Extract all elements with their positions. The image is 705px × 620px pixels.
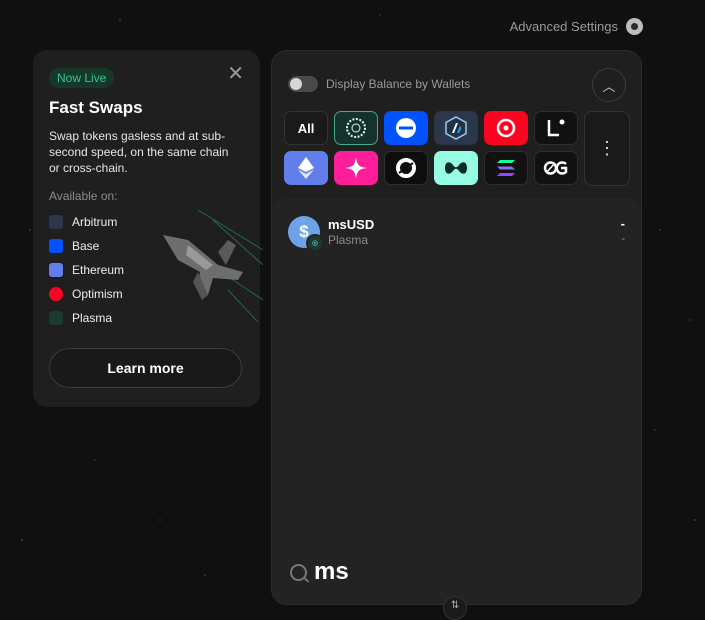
- close-icon[interactable]: ✕: [227, 64, 244, 84]
- chain-filter-blast[interactable]: [334, 151, 378, 185]
- chain-filter-ethereum[interactable]: [284, 151, 328, 185]
- list-item: Optimism: [49, 282, 124, 306]
- chevron-up-icon: ︿: [602, 78, 616, 94]
- learn-more-button[interactable]: Learn more: [49, 348, 242, 388]
- advanced-settings-label: Advanced Settings: [509, 19, 618, 34]
- ethereum-icon: [298, 157, 314, 179]
- plasma-badge-icon: ◎: [306, 234, 324, 252]
- sparkle-icon: [345, 157, 367, 179]
- chain-filter-arbitrum[interactable]: [434, 111, 478, 145]
- promo-title: Fast Swaps: [49, 98, 143, 117]
- chain-filter-solana[interactable]: [484, 151, 528, 185]
- chain-filter-linea[interactable]: [534, 111, 578, 145]
- optimism-icon: [49, 287, 63, 301]
- search-input[interactable]: [314, 558, 564, 586]
- now-live-badge: Now Live: [49, 68, 115, 88]
- list-item: Arbitrum: [49, 210, 124, 234]
- token-row[interactable]: $ ◎ msUSD Plasma - -: [288, 216, 625, 252]
- arbitrum-icon: [445, 116, 467, 140]
- ethereum-icon: [49, 263, 63, 277]
- base-icon: [49, 239, 63, 253]
- chain-filter-grid: All: [284, 111, 580, 185]
- jet-illustration: [163, 210, 263, 323]
- token-list: $ ◎ msUSD Plasma - -: [272, 198, 641, 604]
- chain-filter-hyperliquid[interactable]: [434, 151, 478, 185]
- advanced-settings-link[interactable]: Advanced Settings: [510, 18, 643, 35]
- token-chain: Plasma: [328, 233, 369, 247]
- available-chains-list: Arbitrum Base Ethereum Optimism Plasma: [49, 210, 124, 330]
- display-balance-toggle[interactable]: [288, 76, 318, 92]
- og-icon: [543, 161, 568, 175]
- chain-filter-base[interactable]: [384, 111, 428, 145]
- search-bar: [290, 558, 564, 586]
- token-balance: -: [620, 216, 625, 231]
- chain-name: Optimism: [72, 287, 123, 301]
- search-icon: [290, 563, 307, 581]
- optimism-icon: [496, 118, 516, 138]
- list-item: Plasma: [49, 306, 124, 330]
- hyperliquid-icon: [445, 162, 467, 174]
- chain-name: Base: [72, 239, 100, 253]
- solana-icon: [497, 160, 515, 176]
- list-item: Base: [49, 234, 124, 258]
- list-item: Ethereum: [49, 258, 124, 282]
- token-usd-value: -: [621, 233, 625, 245]
- chain-filter-optimism[interactable]: [484, 111, 528, 145]
- token-selector-panel: Display Balance by Wallets ︿ All ⋮ $ ◎ m…: [271, 50, 642, 605]
- chain-name: Arbitrum: [72, 215, 118, 229]
- more-vertical-icon: ⋮: [598, 138, 616, 158]
- collapse-button[interactable]: ︿: [592, 68, 626, 102]
- plasma-icon: [49, 311, 63, 325]
- fast-swaps-promo-card: Now Live ✕ Fast Swaps Swap tokens gasles…: [33, 50, 263, 407]
- arbitrum-icon: [49, 215, 63, 229]
- promo-description: Swap tokens gasless and at sub-second sp…: [49, 129, 229, 175]
- chain-filter-og[interactable]: [534, 151, 578, 185]
- linea-icon: [547, 119, 565, 137]
- token-symbol: msUSD: [328, 217, 375, 232]
- chain-filter-sonic[interactable]: [384, 151, 428, 185]
- chain-name: Plasma: [72, 311, 113, 325]
- base-icon: [396, 118, 416, 138]
- gear-icon: [626, 18, 643, 35]
- available-on-label: Available on:: [49, 189, 118, 203]
- plasma-icon: [346, 118, 366, 138]
- chain-name: Ethereum: [72, 263, 125, 277]
- swap-direction-handle[interactable]: ⇅: [443, 596, 467, 620]
- sonic-icon: [396, 158, 416, 178]
- display-balance-label: Display Balance by Wallets: [326, 77, 471, 91]
- arrows-icon: ⇅: [450, 600, 460, 611]
- more-chains-button[interactable]: ⋮: [584, 111, 630, 186]
- display-balance-toggle-row: Display Balance by Wallets: [288, 76, 470, 92]
- chain-filter-all[interactable]: All: [284, 111, 328, 145]
- chain-filter-plasma[interactable]: [334, 111, 378, 145]
